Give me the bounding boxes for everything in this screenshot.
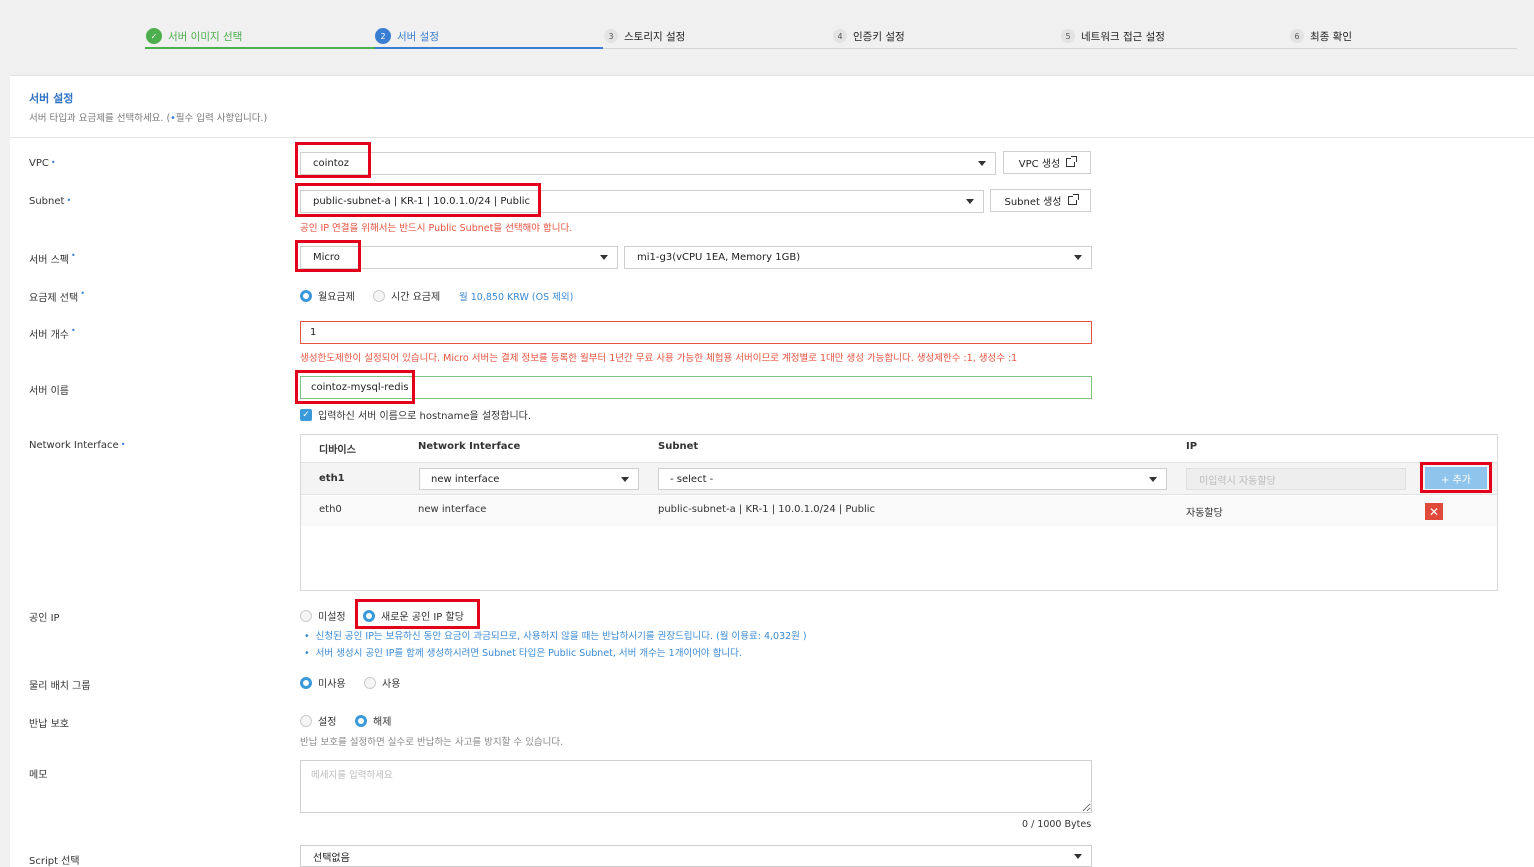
memo-label: 메모 — [29, 770, 48, 781]
highlight-box — [355, 599, 480, 629]
ip-input[interactable]: 미입력시 자동할당 — [1186, 468, 1406, 490]
radio-icon — [364, 676, 376, 689]
step-label: 최종 확인 — [1310, 30, 1352, 43]
chevron-down-icon — [1149, 477, 1157, 482]
close-icon[interactable]: ✕ — [1425, 503, 1443, 520]
col-subnet: Subnet — [658, 441, 699, 452]
protect-unset-radio[interactable]: 해제 — [355, 713, 391, 728]
step-label: 서버 이미지 선택 — [168, 30, 243, 43]
plan-monthly-radio[interactable]: 월요금제 — [300, 288, 355, 303]
row-subnet: public-subnet-a | KR-1 | 10.0.1.0/24 | P… — [658, 504, 876, 515]
step-network-access[interactable]: 5 네트워크 접근 설정 — [1061, 24, 1165, 48]
step-number: 6 — [1290, 29, 1304, 43]
radio-icon — [300, 609, 312, 622]
section-divider — [10, 137, 1534, 138]
col-device: 디바이스 — [319, 445, 356, 456]
checkmark-icon: ✓ — [300, 408, 312, 421]
section-subtitle: 서버 타입과 요금제를 선택하세요. (•필수 입력 사항입니다.) — [29, 113, 268, 124]
step-server-settings[interactable]: 2 서버 설정 — [375, 24, 439, 48]
col-ip: IP — [1186, 441, 1198, 452]
plan-price: 월 10,850 KRW (OS 제외) — [459, 292, 574, 303]
wizard-steps: ✓ 서버 이미지 선택 2 서버 설정 3 스토리지 설정 4 인증키 설정 5… — [0, 0, 1534, 60]
name-label: 서버 이름 — [29, 386, 69, 397]
vpc-select[interactable]: cointoz — [300, 152, 996, 175]
chevron-down-icon — [978, 161, 986, 166]
highlight-box — [1420, 462, 1492, 493]
nic-subnet-select[interactable]: - select - — [658, 468, 1167, 490]
nic-label: Network Interface • — [29, 440, 126, 451]
script-select[interactable]: 선택없음 — [300, 845, 1092, 867]
spec-label: 서버 스펙 • — [29, 251, 76, 266]
step-storage[interactable]: 3 스토리지 설정 — [604, 24, 685, 48]
hostname-checkbox[interactable]: ✓ 입력하신 서버 이름으로 hostname을 설정합니다. — [300, 407, 531, 422]
step-number: 5 — [1061, 29, 1075, 43]
radio-selected-icon — [300, 289, 312, 302]
memo-textarea[interactable] — [300, 760, 1092, 813]
vpc-label: VPC • — [29, 158, 56, 169]
chevron-down-icon — [966, 199, 974, 204]
protect-set-radio[interactable]: 설정 — [300, 713, 336, 728]
row-interface: new interface — [418, 504, 487, 515]
server-count-input[interactable]: 1 — [300, 321, 1092, 344]
interface-select[interactable]: new interface — [419, 468, 639, 490]
highlight-box — [295, 240, 361, 272]
row-device: eth0 — [319, 504, 342, 515]
public-ip-note-1: • 신청된 공인 IP는 보유하신 동안 요금이 과금되므로, 사용하지 않을 … — [304, 631, 807, 642]
step-label: 네트워크 접근 설정 — [1081, 30, 1165, 43]
plan-hourly-radio[interactable]: 시간 요금제 — [373, 288, 440, 303]
new-device: eth1 — [319, 473, 345, 484]
chevron-down-icon — [1074, 854, 1082, 859]
protect-label: 반납 보호 — [29, 719, 69, 730]
subnet-label: Subnet • — [29, 196, 72, 207]
highlight-box — [295, 183, 541, 217]
count-error: 생성한도제한이 설정되어 있습니다. Micro 서버는 결제 정보를 등록한 … — [300, 353, 1018, 364]
vpc-create-button[interactable]: VPC 생성 — [1003, 151, 1091, 174]
subnet-create-button[interactable]: Subnet 생성 — [990, 189, 1091, 212]
radio-selected-icon — [355, 714, 367, 727]
count-label: 서버 개수 • — [29, 326, 76, 341]
step-number: 2 — [375, 28, 391, 44]
step-number: 3 — [604, 29, 618, 43]
highlight-box — [295, 370, 415, 404]
step-label: 인증키 설정 — [853, 30, 905, 43]
chevron-down-icon — [621, 477, 629, 482]
step-image-select[interactable]: ✓ 서버 이미지 선택 — [146, 24, 242, 48]
step-auth-key[interactable]: 4 인증키 설정 — [833, 24, 905, 48]
external-link-icon — [1067, 194, 1079, 205]
step-final-confirm[interactable]: 6 최종 확인 — [1290, 24, 1352, 48]
chevron-down-icon — [1074, 255, 1082, 260]
script-label: Script 선택 — [29, 856, 80, 867]
external-link-icon — [1066, 156, 1078, 167]
col-interface: Network Interface — [418, 441, 521, 452]
plan-label: 요금제 선택 • — [29, 289, 85, 304]
protect-note: 반납 보호를 설정하면 실수로 반납하는 사고를 방지할 수 있습니다. — [300, 737, 564, 748]
subnet-warning: 공인 IP 연결을 위해서는 반드시 Public Subnet을 선택해야 합… — [300, 223, 573, 234]
public-ip-label: 공인 IP — [29, 613, 60, 624]
step-label: 서버 설정 — [397, 30, 439, 43]
check-icon: ✓ — [146, 28, 162, 44]
step-number: 4 — [833, 29, 847, 43]
radio-icon — [300, 714, 312, 727]
radio-selected-icon — [300, 676, 312, 689]
server-name-input[interactable]: cointoz-mysql-redis — [300, 376, 1092, 399]
placement-off-radio[interactable]: 미사용 — [300, 675, 346, 690]
step-label: 스토리지 설정 — [624, 30, 686, 43]
chevron-down-icon — [600, 255, 608, 260]
spec-detail-select[interactable]: mi1-g3(vCPU 1EA, Memory 1GB) — [624, 246, 1092, 269]
public-ip-note-2: • 서버 생성시 공인 IP를 함께 생성하시려면 Subnet 타입은 Pub… — [304, 648, 742, 659]
section-title: 서버 설정 — [29, 92, 74, 105]
memo-counter: 0 / 1000 Bytes — [1022, 819, 1092, 830]
row-ip: 자동할당 — [1186, 508, 1223, 519]
highlight-box — [295, 142, 371, 178]
radio-icon — [373, 289, 385, 302]
placement-on-radio[interactable]: 사용 — [364, 675, 400, 690]
public-ip-unset-radio[interactable]: 미설정 — [300, 608, 346, 623]
placement-label: 물리 배치 그룹 — [29, 681, 91, 692]
